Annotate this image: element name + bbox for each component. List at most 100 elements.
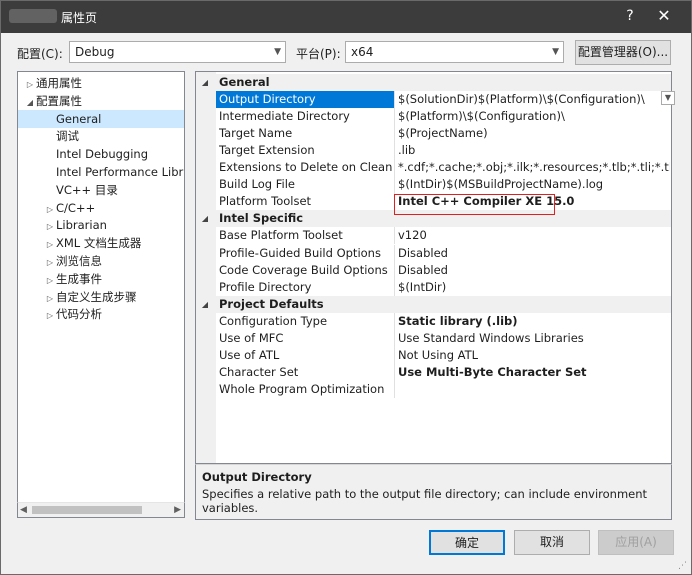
grid-property-row[interactable]: Character Set Use Multi-Byte Character Se… — [216, 363, 671, 381]
property-name: Output Directory — [216, 91, 394, 109]
expand-arrow-icon[interactable]: ▷ — [44, 307, 56, 325]
column-separator[interactable] — [394, 142, 395, 160]
platform-value: x64 — [351, 45, 374, 59]
platform-combo[interactable]: x64 ▼ — [345, 41, 564, 63]
property-value[interactable]: *.cdf;*.cache;*.obj;*.ilk;*.resources;*.… — [398, 159, 670, 176]
apply-button[interactable]: 应用(A) — [598, 530, 674, 555]
tree-item[interactable]: ▷ 通用属性 — [18, 74, 184, 92]
tree-item-label: 调试 — [56, 129, 79, 144]
grid-property-row[interactable]: Profile Directory $(IntDir) — [216, 278, 671, 296]
column-separator[interactable] — [394, 278, 395, 296]
property-value[interactable]: v120 — [398, 227, 670, 244]
property-value[interactable]: $(SolutionDir)$(Platform)\$(Configuratio… — [398, 91, 670, 108]
column-separator[interactable] — [394, 380, 395, 398]
tree-item[interactable]: 调试 — [18, 127, 184, 145]
close-button[interactable]: ✕ — [651, 5, 677, 27]
grid-property-row[interactable]: Intermediate Directory $(Platform)\$(Conf… — [216, 108, 671, 126]
grid-property-row[interactable]: Use of MFC Use Standard Windows Libraries — [216, 329, 671, 347]
tree-item[interactable]: ▷ 浏览信息 — [18, 252, 184, 270]
highlight-annotation — [394, 194, 555, 215]
configuration-label: 配置(C): — [17, 47, 63, 61]
grid-property-row[interactable]: Code Coverage Build Options Disabled — [216, 261, 671, 279]
column-separator[interactable] — [394, 227, 395, 245]
grid-property-row[interactable]: Whole Program Optimization — [216, 380, 671, 398]
column-separator[interactable] — [394, 261, 395, 279]
collapse-icon[interactable]: ◢ — [196, 210, 214, 227]
collapse-icon[interactable]: ◢ — [196, 296, 214, 313]
tree-item[interactable]: ▷ 生成事件 — [18, 270, 184, 288]
value-dropdown-icon[interactable]: ▼ — [661, 91, 675, 105]
column-separator[interactable] — [394, 312, 395, 330]
property-pages-dialog: 属性页 ? ✕ 配置(C): Debug ▼ 平台(P): x64 ▼ 配置管理… — [0, 0, 692, 575]
property-name: Target Name — [219, 126, 293, 141]
tree-item-label: 生成事件 — [56, 271, 102, 286]
tree-item-label: 自定义生成步骤 — [56, 289, 137, 304]
scroll-left-icon[interactable]: ◀ — [20, 505, 27, 515]
tree-horizontal-scrollbar[interactable]: ◀ ▶ — [17, 502, 185, 518]
configuration-combo[interactable]: Debug ▼ — [69, 41, 286, 63]
grid-property-row[interactable]: Output Directory $(SolutionDir)$(Platform… — [216, 91, 671, 109]
help-button[interactable]: ? — [617, 5, 643, 27]
description-title: Output Directory — [202, 470, 312, 484]
tree-item[interactable]: ◢ 配置属性 — [18, 92, 184, 110]
column-separator[interactable] — [394, 244, 395, 262]
column-separator[interactable] — [394, 176, 395, 194]
grid-property-row[interactable]: Target Name $(ProjectName) — [216, 125, 671, 143]
scrollbar-thumb[interactable] — [32, 506, 142, 514]
resize-grip-icon[interactable]: ⋰ — [678, 561, 687, 571]
property-tree[interactable]: ▷ 通用属性 ◢ 配置属性 General 调试 Intel Debugging Intel … — [17, 71, 185, 518]
title-bar: 属性页 ? ✕ — [1, 1, 691, 33]
column-separator[interactable] — [394, 363, 395, 381]
column-separator[interactable] — [394, 346, 395, 364]
description-text: Specifies a relative path to the output … — [202, 487, 648, 515]
column-separator[interactable] — [394, 125, 395, 143]
project-name-redacted — [9, 9, 57, 23]
tree-item[interactable]: ▷ C/C++ — [18, 199, 184, 217]
chevron-down-icon: ▼ — [552, 47, 559, 57]
property-value[interactable]: $(Platform)\$(Configuration)\ — [398, 108, 670, 125]
tree-item[interactable]: General — [18, 109, 184, 128]
property-name: Profile-Guided Build Options — [219, 245, 381, 260]
property-value[interactable]: Not Using ATL — [398, 347, 670, 364]
property-value[interactable]: Disabled — [398, 245, 670, 262]
tree-item[interactable]: VC++ 目录 — [18, 181, 184, 199]
collapse-icon[interactable]: ◢ — [196, 74, 214, 91]
tree-item[interactable]: ▷ Librarian — [18, 216, 184, 234]
grid-property-row[interactable]: Target Extension .lib — [216, 142, 671, 160]
configuration-manager-button[interactable]: 配置管理器(O)... — [575, 40, 671, 65]
column-separator[interactable] — [394, 159, 395, 177]
column-separator[interactable] — [394, 91, 395, 109]
property-value[interactable]: $(IntDir) — [398, 279, 670, 296]
property-name: Use of ATL — [219, 347, 280, 362]
tree-item[interactable]: ▷ XML 文档生成器 — [18, 234, 184, 252]
property-name: Target Extension — [219, 143, 315, 158]
grid-property-row[interactable]: Profile-Guided Build Options Disabled — [216, 244, 671, 262]
property-value[interactable]: $(ProjectName) — [398, 125, 670, 142]
tree-item[interactable]: Intel Performance Librar — [18, 163, 184, 181]
grid-category[interactable]: ◢ Project Defaults — [196, 295, 671, 313]
property-value[interactable]: Use Multi-Byte Character Set — [398, 364, 670, 381]
property-name: Extensions to Delete on Clean — [219, 160, 392, 175]
property-value[interactable]: Static library (.lib) — [398, 313, 670, 330]
tree-item-label: VC++ 目录 — [56, 182, 118, 197]
property-value[interactable]: $(IntDir)$(MSBuildProjectName).log — [398, 176, 670, 193]
property-value[interactable]: Use Standard Windows Libraries — [398, 330, 670, 347]
property-value[interactable]: .lib — [398, 142, 670, 159]
grid-property-row[interactable]: Extensions to Delete on Clean *.cdf;*.cac… — [216, 159, 671, 177]
grid-property-row[interactable]: Build Log File $(IntDir)$(MSBuildProjectN… — [216, 176, 671, 194]
column-separator[interactable] — [394, 108, 395, 126]
tree-item[interactable]: ▷ 代码分析 — [18, 305, 184, 323]
column-separator[interactable] — [394, 329, 395, 347]
cancel-button[interactable]: 取消 — [514, 530, 590, 555]
grid-category[interactable]: ◢ General — [196, 74, 671, 91]
property-value[interactable]: Disabled — [398, 262, 670, 279]
grid-property-row[interactable]: Base Platform Toolset v120 — [216, 227, 671, 245]
property-grid[interactable]: ◢ General Output Directory $(SolutionDir)$(… — [195, 71, 672, 464]
ok-button[interactable]: 确定 — [429, 530, 505, 555]
grid-property-row[interactable]: Configuration Type Static library (.lib) — [216, 312, 671, 330]
scroll-right-icon[interactable]: ▶ — [174, 505, 181, 515]
tree-item[interactable]: ▷ 自定义生成步骤 — [18, 288, 184, 306]
property-name: Build Log File — [219, 177, 295, 192]
grid-property-row[interactable]: Use of ATL Not Using ATL — [216, 346, 671, 364]
tree-item[interactable]: Intel Debugging — [18, 145, 184, 163]
